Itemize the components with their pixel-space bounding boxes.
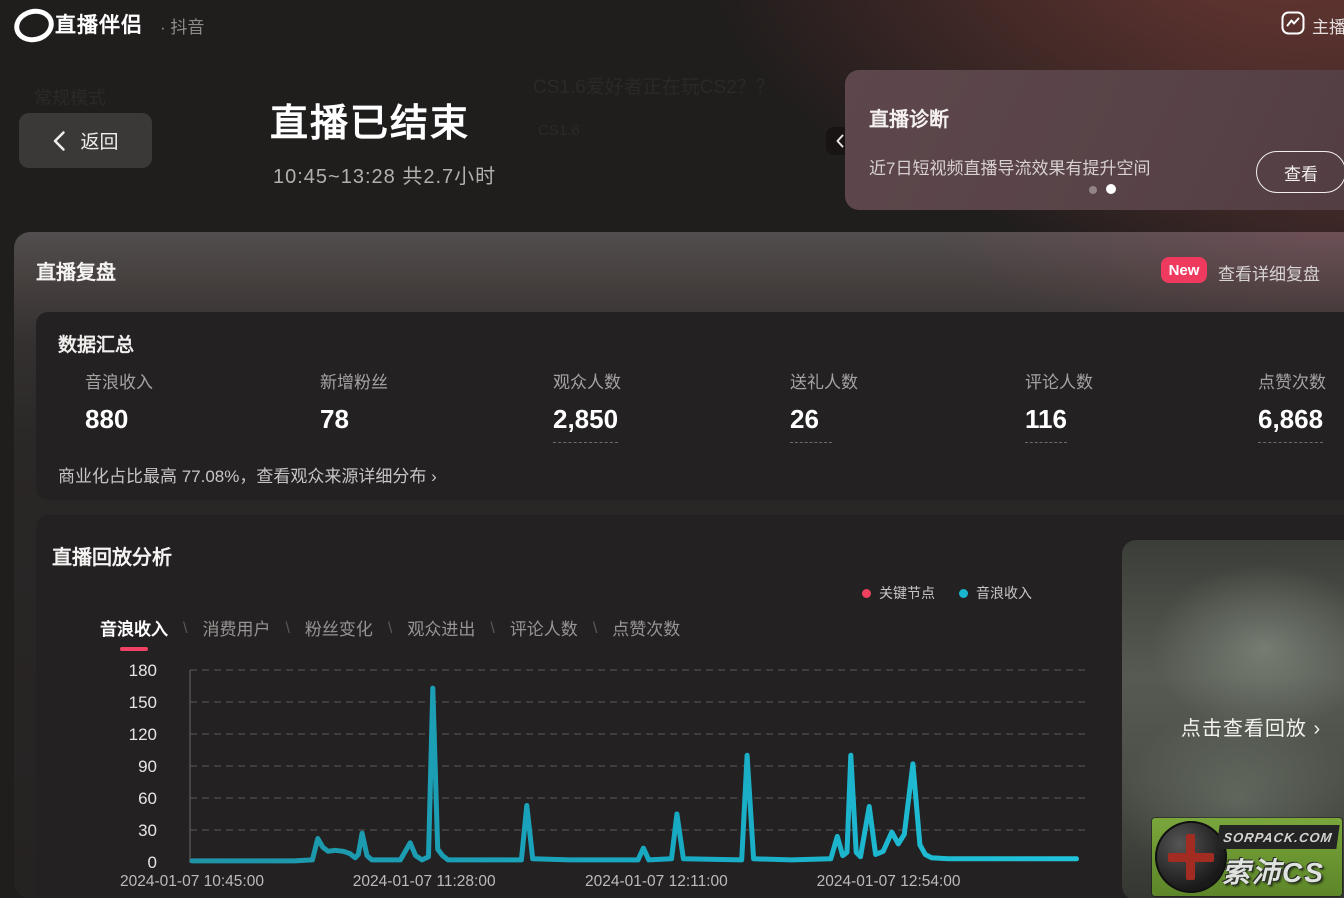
- carousel-dot-inactive[interactable]: [1089, 186, 1097, 194]
- tab-1[interactable]: 音浪收入: [100, 615, 168, 642]
- chart-legend: 关键节点 音浪收入: [862, 583, 1032, 603]
- view-replay-cta[interactable]: 点击查看回放 ›: [1122, 712, 1344, 741]
- stat-label: 新增粉丝: [320, 368, 388, 393]
- stat-3: 观众人数 2,850: [553, 368, 621, 443]
- svg-text:60: 60: [138, 789, 157, 808]
- tab-separator: \: [183, 620, 187, 638]
- stat-value[interactable]: 6,868: [1258, 404, 1323, 443]
- svg-text:120: 120: [129, 725, 157, 744]
- back-label: 返回: [80, 127, 118, 154]
- stat-value[interactable]: 2,850: [553, 404, 618, 443]
- svg-text:2024-01-07 10:45:00: 2024-01-07 10:45:00: [120, 873, 264, 890]
- ghost-text-mode: 常规模式: [34, 84, 106, 110]
- tab-4[interactable]: 观众进出: [407, 615, 475, 642]
- stat-6: 点赞次数 6,868: [1258, 368, 1326, 443]
- back-button[interactable]: 返回: [19, 113, 152, 168]
- tab-6[interactable]: 点赞次数: [612, 615, 680, 642]
- watermark-site-text: SORPACK.COM: [1216, 825, 1339, 849]
- stat-5: 评论人数 116: [1025, 368, 1093, 443]
- replay-analysis-card: 直播回放分析 关键节点音浪收入 音浪收入\消费用户\粉丝变化\观众进出\评论人数…: [36, 515, 1344, 898]
- svg-text:30: 30: [138, 821, 157, 840]
- svg-text:2024-01-07 12:54:00: 2024-01-07 12:54:00: [817, 873, 961, 890]
- page-title: 直播已结束: [270, 92, 470, 147]
- tab-separator: \: [490, 620, 494, 638]
- watermark-brand-text: 索沛CS: [1222, 851, 1325, 891]
- top-bar: 直播伴侣 · 抖音 主播: [0, 0, 1344, 46]
- svg-text:0: 0: [148, 853, 157, 872]
- diagnosis-card: 直播诊断 近7日短视频直播导流效果有提升空间 查看: [845, 70, 1344, 210]
- review-title: 直播复盘: [36, 256, 116, 285]
- legend-dot-icon: [959, 589, 968, 598]
- svg-text:2024-01-07 11:28:00: 2024-01-07 11:28:00: [353, 873, 496, 890]
- app-logo-icon: [11, 5, 58, 47]
- legend-item-1[interactable]: 关键节点: [862, 583, 935, 603]
- detailed-review-link[interactable]: 查看详细复盘: [1218, 260, 1320, 285]
- data-summary-card: 数据汇总 音浪收入 880 新增粉丝 78 观众人数 2,850 送礼人数 26 评论人数 116…: [36, 312, 1344, 500]
- svg-text:90: 90: [138, 757, 157, 776]
- summary-title: 数据汇总: [58, 330, 134, 357]
- stat-4: 送礼人数 26: [790, 368, 858, 443]
- diagnosis-message: 近7日短视频直播导流效果有提升空间: [869, 154, 1150, 179]
- svg-text:180: 180: [129, 661, 157, 680]
- replay-analysis-title: 直播回放分析: [52, 541, 172, 570]
- revenue-line-chart[interactable]: 0 30 60 90 120 150 180 2024-01-07 10:45:00 2024-…: [80, 650, 1110, 895]
- stat-label: 音浪收入: [85, 368, 153, 393]
- new-badge: New: [1161, 257, 1207, 283]
- watermark-cross-icon: [1168, 853, 1214, 862]
- carousel-dot-active[interactable]: [1106, 184, 1116, 194]
- legend-label: 音浪收入: [976, 583, 1032, 603]
- tab-3[interactable]: 粉丝变化: [305, 615, 373, 642]
- stat-label: 评论人数: [1025, 368, 1093, 393]
- watermark: SORPACK.COM 索沛CS: [1152, 818, 1342, 896]
- stream-time-range: 10:45~13:28 共2.7小时: [273, 160, 496, 189]
- stat-label: 观众人数: [553, 368, 621, 393]
- tab-5[interactable]: 评论人数: [510, 615, 578, 642]
- tab-separator: \: [285, 620, 289, 638]
- legend-label: 关键节点: [879, 583, 935, 603]
- trend-icon[interactable]: [1281, 11, 1305, 35]
- tab-separator: \: [388, 620, 392, 638]
- tab-2[interactable]: 消费用户: [202, 615, 270, 642]
- platform-label: · 抖音: [160, 13, 204, 38]
- stat-label: 点赞次数: [1258, 368, 1326, 393]
- legend-item-2[interactable]: 音浪收入: [959, 583, 1032, 603]
- stat-value[interactable]: 26: [790, 404, 832, 443]
- svg-text:150: 150: [129, 693, 157, 712]
- stat-label: 送礼人数: [790, 368, 858, 393]
- legend-dot-icon: [862, 589, 871, 598]
- audience-source-link[interactable]: 商业化占比最高 77.08%，查看观众来源详细分布 ›: [58, 462, 437, 487]
- stat-value: 880: [85, 404, 128, 442]
- diagnosis-title: 直播诊断: [869, 103, 949, 132]
- app-name: 直播伴侣: [55, 9, 143, 39]
- ghost-text-game: CS1.6: [538, 122, 580, 139]
- metric-tabs: 音浪收入 \ 消费用户 \ 粉丝变化 \ 观众进出 \ 评论人数 \ 点赞次数: [100, 615, 680, 642]
- chevron-left-icon: [52, 130, 66, 152]
- anchor-center-link[interactable]: 主播: [1312, 13, 1344, 38]
- diagnosis-view-button[interactable]: 查看: [1256, 151, 1344, 193]
- stat-1: 音浪收入 880: [85, 368, 153, 442]
- stat-2: 新增粉丝 78: [320, 368, 388, 442]
- stream-review-card: 直播复盘 New 查看详细复盘 数据汇总 音浪收入 880 新增粉丝 78 观众人数 2,…: [14, 232, 1344, 898]
- tab-separator: \: [593, 620, 597, 638]
- stat-value: 78: [320, 404, 362, 442]
- ghost-text-stream-title: CS1.6爱好者正在玩CS2？？: [533, 72, 775, 99]
- chevron-left-icon: [835, 134, 845, 148]
- stat-value[interactable]: 116: [1025, 404, 1067, 443]
- svg-text:2024-01-07 12:11:00: 2024-01-07 12:11:00: [585, 873, 728, 890]
